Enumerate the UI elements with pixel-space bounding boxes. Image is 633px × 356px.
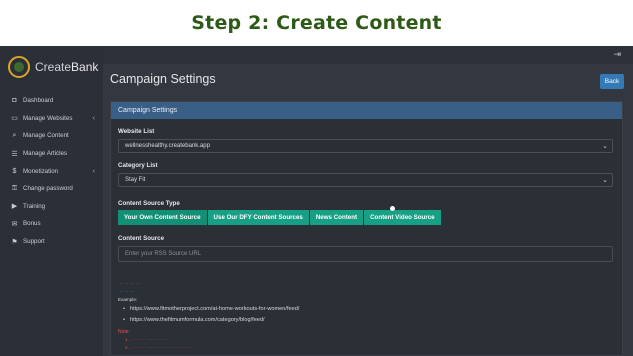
sidebar-item-label: Manage Content — [23, 132, 69, 140]
panel-heading: Campaign Settings — [111, 102, 622, 119]
chevron-down-icon: ⌄ — [602, 177, 608, 184]
sidebar-item-label: Support — [23, 238, 45, 246]
sidebar-item-label: Dashboard — [23, 97, 54, 105]
note-line: 1. ···· ···· ···· ···· ···· — [125, 338, 168, 343]
tab-your-own-content-source[interactable]: Your Own Content Source — [118, 210, 207, 225]
tab-dfy-content-sources[interactable]: Use Our DFY Content Sources — [207, 210, 309, 225]
dashboard-icon: ◘ — [12, 97, 17, 105]
sign-out-icon[interactable]: ⇥ — [613, 49, 621, 60]
sidebar-item-manage-content[interactable]: ⌕ Manage Content — [0, 127, 103, 145]
blurred-help-text: ··· ··· ··· ··· — [118, 281, 141, 286]
dollar-icon: $ — [12, 167, 17, 175]
sidebar-item-label: Manage Websites — [23, 114, 73, 122]
desktop-icon: ▭ — [11, 115, 18, 123]
sidebar-item-support[interactable]: ⚑ Support — [0, 233, 103, 251]
chevron-left-icon: ‹ — [92, 114, 95, 122]
sidebar-item-label: Monetization — [23, 167, 59, 175]
note-label: Note: — [118, 329, 130, 335]
sidebar-item-label: Bonus — [23, 220, 41, 228]
category-list-label: Category List — [118, 162, 158, 169]
logo-icon — [8, 56, 30, 78]
brand-name: CreateBank — [35, 60, 99, 74]
website-list-select[interactable]: wellnesshealthy.createbank.app ⌄ — [118, 139, 613, 153]
blurred-help-link[interactable]: ··· ··· ··· — [118, 289, 134, 294]
sidebar-item-bonus[interactable]: ✉ Bonus — [0, 215, 103, 233]
category-list-value: Stay Fit — [125, 177, 146, 183]
sidebar-item-dashboard[interactable]: ◘ Dashboard — [0, 92, 103, 110]
top-bar: ⇥ — [103, 46, 633, 64]
chevron-left-icon: ‹ — [92, 167, 95, 175]
tutorial-banner: Step 2: Create Content — [0, 0, 633, 46]
content-source-type-tabs: Your Own Content Source Use Our DFY Cont… — [118, 210, 441, 225]
video-icon: ▶ — [11, 203, 18, 211]
website-list-value: wellnesshealthy.createbank.app — [125, 143, 210, 149]
app-window: CreateBank ◘ Dashboard ▭ Manage Websites… — [0, 46, 633, 356]
gift-icon: ✉ — [11, 220, 18, 228]
page-title: Campaign Settings — [110, 72, 216, 86]
tab-news-content[interactable]: News Content — [309, 210, 364, 225]
sidebar-item-manage-articles[interactable]: ☰ Manage Articles — [0, 145, 103, 163]
content-source-label: Content Source — [118, 235, 165, 242]
note-line: 2. ···· ···· ···· ···· ···· ···· ···· ··… — [125, 346, 191, 351]
sidebar-item-training[interactable]: ▶ Training — [0, 198, 103, 216]
examples-list: https://www.fitmotherproject.com/at-home… — [123, 303, 299, 325]
sidebar-item-manage-websites[interactable]: ▭ Manage Websites ‹ — [0, 110, 103, 128]
sidebar-nav: ◘ Dashboard ▭ Manage Websites ‹ ⌕ Manage… — [0, 92, 103, 250]
brand-logo[interactable]: CreateBank — [8, 56, 98, 78]
list-icon: ☰ — [11, 150, 18, 158]
chevron-down-icon: ⌄ — [602, 143, 608, 150]
key-icon: ⚿ — [11, 184, 18, 192]
sidebar-item-monetization[interactable]: $ Monetization ‹ — [0, 162, 103, 180]
rss-source-input[interactable]: Enter your RSS Source URL — [118, 246, 613, 262]
main-content: Campaign Settings Back Campaign Settings… — [103, 64, 633, 356]
tab-content-video-source[interactable]: Content Video Source — [364, 210, 441, 225]
banner-title: Step 2: Create Content — [191, 12, 442, 34]
back-button[interactable]: Back — [600, 74, 624, 89]
list-item: https://www.thefitmumformula.com/categor… — [123, 314, 299, 325]
content-source-type-label: Content Source Type — [118, 200, 180, 207]
search-icon: ⌕ — [12, 131, 17, 139]
support-icon: ⚑ — [11, 238, 18, 246]
sidebar-item-label: Change password — [23, 185, 73, 193]
sidebar: CreateBank ◘ Dashboard ▭ Manage Websites… — [0, 46, 103, 356]
sidebar-item-change-password[interactable]: ⚿ Change password — [0, 180, 103, 198]
list-item: https://www.fitmotherproject.com/at-home… — [123, 303, 299, 314]
category-list-select[interactable]: Stay Fit ⌄ — [118, 173, 613, 187]
examples-label: Example: — [118, 297, 138, 302]
mouse-cursor — [390, 206, 395, 211]
sidebar-item-label: Training — [23, 202, 46, 210]
campaign-settings-panel: Campaign Settings Website List wellnessh… — [110, 101, 623, 356]
website-list-label: Website List — [118, 128, 155, 135]
sidebar-item-label: Manage Articles — [23, 150, 68, 158]
